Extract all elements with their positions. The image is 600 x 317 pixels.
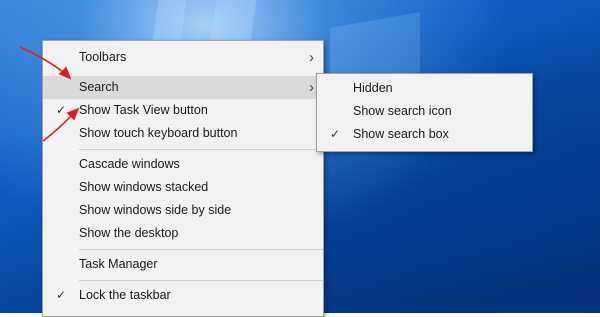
submenu-item-label: Show search box [353, 127, 449, 141]
menu-item-show-touch-keyboard[interactable]: Show touch keyboard button [43, 122, 323, 145]
submenu-item-hidden[interactable]: Hidden [317, 77, 532, 100]
menu-item-toolbars[interactable]: Toolbars › [43, 46, 323, 69]
menu-item-label: Cascade windows [79, 157, 180, 171]
submenu-item-label: Hidden [353, 81, 393, 95]
search-submenu: Hidden Show search icon ✓ Show search bo… [316, 73, 533, 152]
checkmark-icon: ✓ [56, 288, 67, 302]
menu-item-label: Show Task View button [79, 103, 208, 117]
taskbar-context-menu: Toolbars › Search › ✓ Show Task View but… [42, 40, 324, 317]
menu-item-label: Lock the taskbar [79, 288, 171, 302]
submenu-item-show-search-icon[interactable]: Show search icon [317, 100, 532, 123]
menu-item-label: Task Manager [79, 257, 158, 271]
menu-item-show-desktop[interactable]: Show the desktop [43, 222, 323, 245]
menu-item-task-manager[interactable]: Task Manager [43, 253, 323, 276]
checkmark-icon: ✓ [56, 103, 67, 117]
submenu-item-label: Show search icon [353, 104, 452, 118]
menu-item-show-task-view[interactable]: ✓ Show Task View button [43, 99, 323, 122]
submenu-item-show-search-box[interactable]: ✓ Show search box [317, 123, 532, 146]
menu-item-cascade[interactable]: Cascade windows [43, 153, 323, 176]
chevron-right-icon: › [309, 49, 314, 66]
chevron-right-icon: › [309, 79, 314, 96]
menu-item-label: Show touch keyboard button [79, 126, 238, 140]
menu-item-label: Toolbars [79, 50, 127, 64]
menu-item-side-by-side[interactable]: Show windows side by side [43, 199, 323, 222]
menu-item-label: Search [79, 80, 119, 94]
checkmark-icon: ✓ [330, 127, 341, 141]
menu-item-stacked[interactable]: Show windows stacked [43, 176, 323, 199]
menu-separator [79, 280, 323, 281]
menu-item-label: Show windows side by side [79, 203, 232, 217]
menu-item-lock-taskbar[interactable]: ✓ Lock the taskbar [43, 284, 323, 307]
menu-separator [79, 249, 323, 250]
menu-item-label: Show windows stacked [79, 180, 209, 194]
menu-separator [79, 149, 323, 150]
menu-item-label: Show the desktop [79, 226, 179, 240]
menu-item-search[interactable]: Search › [43, 76, 323, 99]
